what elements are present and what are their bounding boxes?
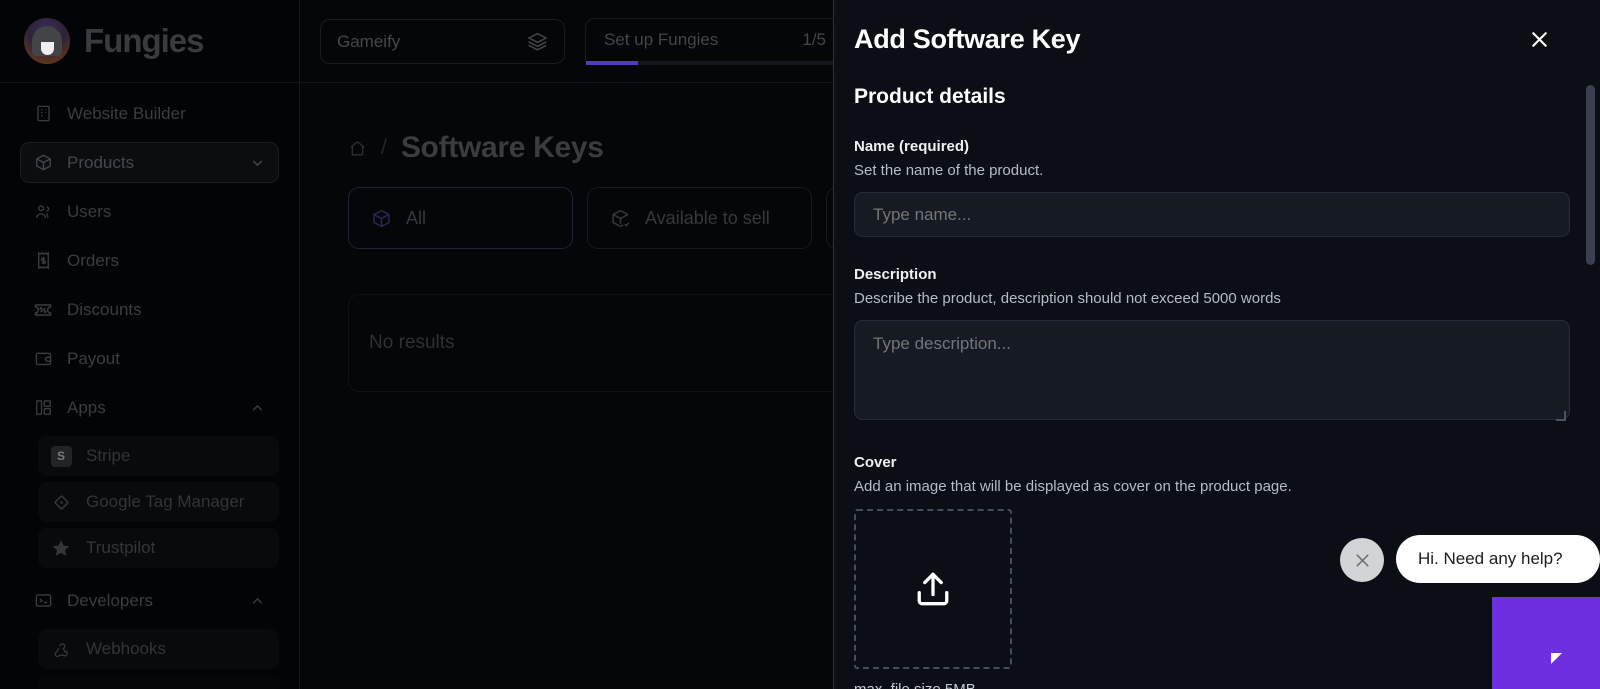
chat-close-button[interactable]	[1340, 538, 1384, 582]
box-check-icon	[610, 208, 631, 229]
building-icon	[33, 104, 53, 124]
name-input[interactable]	[854, 192, 1570, 237]
upload-icon	[911, 567, 955, 611]
stripe-icon: S	[50, 445, 72, 467]
receipt-icon	[33, 251, 53, 271]
box-icon	[33, 153, 53, 173]
apps-grid-icon	[33, 398, 53, 418]
home-icon[interactable]	[348, 139, 367, 158]
users-icon	[33, 202, 53, 222]
sidebar-subitem-stripe[interactable]: S Stripe	[38, 436, 279, 476]
section-title-product-details: Product details	[854, 85, 1006, 108]
brand-name: Fungies	[84, 22, 205, 59]
setup-fungies-card[interactable]: Set up Fungies 1/5	[585, 18, 845, 62]
brand-logo[interactable]: Fungies	[0, 0, 299, 83]
app-root: Fungies Website Builder Products Users O…	[0, 0, 1600, 689]
webhook-icon	[50, 638, 72, 660]
ticket-percent-icon	[33, 300, 53, 320]
field-help: Describe the product, description should…	[854, 289, 1281, 307]
setup-progress-bar	[586, 61, 844, 65]
sidebar-item-users[interactable]: Users	[20, 191, 279, 232]
description-textarea[interactable]	[854, 320, 1570, 420]
workspace-selector[interactable]: Gameify	[320, 19, 565, 64]
cover-dropzone[interactable]	[854, 509, 1012, 669]
field-label: Description	[854, 266, 937, 283]
sidebar-item-label: Orders	[67, 250, 119, 270]
add-software-key-modal: Add Software Key Product details Name (r…	[833, 0, 1600, 689]
sidebar-item-label: Developers	[67, 590, 153, 610]
field-help: Add an image that will be displayed as c…	[854, 477, 1292, 495]
sidebar-item-developers[interactable]: Developers	[20, 580, 279, 621]
setup-progress-fill	[586, 61, 638, 65]
field-name: Name (required) Set the name of the prod…	[834, 109, 1600, 237]
chat-launcher-button[interactable]	[1492, 597, 1600, 689]
fungies-logo-icon	[24, 18, 70, 64]
modal-title: Add Software Key	[854, 24, 1081, 54]
sidebar-subitem-label: Google Tag Manager	[86, 492, 245, 511]
sidebar-item-payout[interactable]: Payout	[20, 338, 279, 379]
sidebar-item-website-builder[interactable]: Website Builder	[20, 93, 279, 134]
wallet-icon	[33, 349, 53, 369]
filter-card-available-to-sell[interactable]: Available to sell	[587, 187, 812, 249]
sidebar-item-apps[interactable]: Apps	[20, 387, 279, 428]
sidebar-subitem-trustpilot[interactable]: Trustpilot	[38, 528, 279, 568]
filter-card-label: All	[406, 207, 427, 228]
gtm-diamond-icon	[50, 491, 72, 513]
filter-card-all[interactable]: All	[348, 187, 573, 249]
chat-greeting-text: Hi. Need any help?	[1418, 549, 1563, 568]
modal-header: Add Software Key	[834, 0, 1600, 55]
close-icon[interactable]	[1524, 25, 1554, 55]
sidebar-item-discounts[interactable]: Discounts	[20, 289, 279, 330]
workspace-label: Gameify	[337, 31, 401, 51]
setup-counter: 1/5	[802, 30, 826, 49]
filter-card-label: Available to sell	[645, 207, 770, 228]
sidebar-nav: Website Builder Products Users Orders Di…	[0, 83, 299, 689]
setup-label: Set up Fungies	[604, 30, 719, 49]
cover-filesize-note: max. file size 5MB	[854, 681, 1570, 689]
sidebar-subitem-label: Trustpilot	[86, 538, 156, 557]
sidebar-item-products[interactable]: Products	[20, 142, 279, 183]
sidebar-item-label: Users	[67, 201, 112, 221]
box-icon	[371, 208, 392, 229]
sidebar-item-label: Payout	[67, 348, 120, 368]
star-icon	[50, 537, 72, 559]
resize-grip-icon[interactable]	[1556, 411, 1566, 421]
sidebar-item-label: Discounts	[67, 299, 142, 319]
field-description: Description Describe the product, descri…	[834, 237, 1600, 425]
sidebar-item-label: Website Builder	[67, 103, 186, 123]
field-label: Cover	[854, 454, 897, 471]
sidebar-subitem-google-tag-manager[interactable]: Google Tag Manager	[38, 482, 279, 522]
sidebar-subitem-label: Stripe	[86, 446, 131, 465]
sidebar-item-label: Apps	[67, 397, 106, 417]
sidebar-item-label: Products	[67, 152, 135, 172]
chevron-up-icon[interactable]	[249, 399, 266, 416]
chevron-up-icon[interactable]	[249, 592, 266, 609]
breadcrumb-separator: /	[381, 136, 387, 159]
field-help: Set the name of the product.	[854, 161, 1044, 179]
sidebar-subitem-webhooks[interactable]: Webhooks	[38, 629, 279, 669]
chat-bubble-icon	[1525, 627, 1567, 664]
layers-icon	[527, 31, 548, 52]
sidebar-subitem-label: Webhooks	[86, 639, 167, 658]
empty-state-text: No results	[369, 332, 455, 353]
modal-scrollbar[interactable]	[1586, 85, 1595, 265]
chevron-down-icon[interactable]	[249, 154, 266, 171]
sidebar-item-orders[interactable]: Orders	[20, 240, 279, 281]
terminal-icon	[33, 591, 53, 611]
sidebar: Fungies Website Builder Products Users O…	[0, 0, 300, 689]
chat-greeting-bubble[interactable]: Hi. Need any help?	[1396, 535, 1600, 583]
sidebar-subitem-partial[interactable]	[38, 675, 279, 689]
page-title: Software Keys	[400, 131, 604, 164]
field-label: Name (required)	[854, 138, 970, 155]
